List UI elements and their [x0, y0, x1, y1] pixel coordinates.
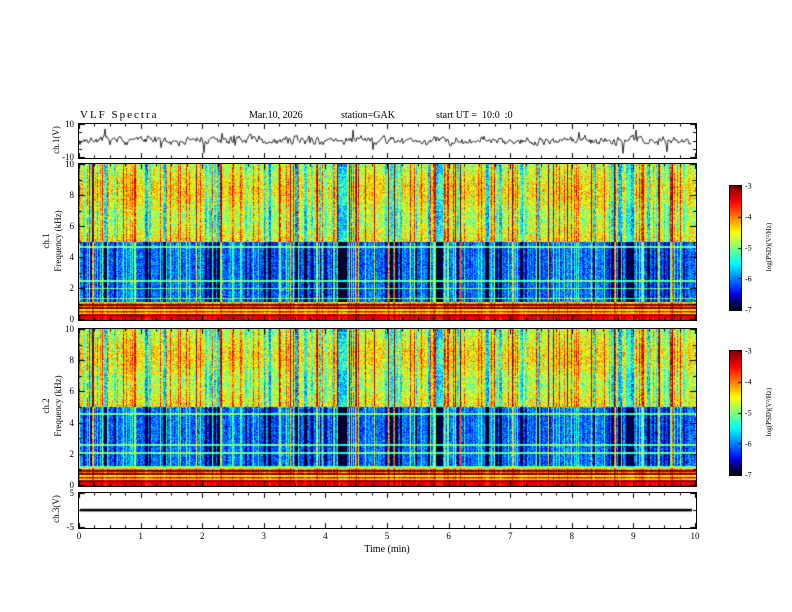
ch3-waveform-panel [78, 492, 697, 529]
station-label: station=GAK [341, 110, 395, 121]
colorbar-ch1 [729, 185, 742, 311]
x-tick-label: 5 [384, 531, 390, 541]
ch1-waveform-panel [78, 123, 697, 159]
y-tick-label: 8 [69, 190, 75, 200]
ch3-voltage-axis-label: ch.3(V) [51, 495, 61, 523]
ch2-frequency-axis-label: Frequency (kHz) [53, 375, 63, 437]
colorbar-tick-label: -6 [745, 274, 752, 284]
y-tick-label: 10 [65, 119, 74, 129]
x-tick-label: 4 [323, 531, 328, 541]
colorbar-tick-label: -4 [745, 377, 752, 387]
figure-title: VLF Spectra [80, 109, 159, 121]
x-tick-label: 7 [507, 531, 513, 541]
y-tick-label: 6 [69, 386, 75, 397]
ch2-spectrogram-panel [78, 328, 697, 487]
ch2-spectrogram-canvas [79, 329, 696, 486]
colorbar-tick-label: -3 [745, 181, 752, 191]
y-tick-label: 2 [69, 448, 75, 459]
colorbar-tick-label: -3 [745, 346, 752, 356]
ch1-channel-label: ch.1 [41, 233, 51, 249]
ch2-channel-label: ch.2 [41, 398, 51, 414]
colorbar-ch2 [729, 350, 742, 476]
colorbar-tick-label: -7 [745, 305, 752, 315]
y-tick-label: 4 [69, 417, 75, 428]
colorbar-ch1-canvas [730, 186, 741, 310]
y-tick-label: 0 [69, 314, 75, 324]
vlf-spectra-figure: VLF Spectra Mar.10, 2026 station=GAK sta… [0, 0, 792, 612]
time-axis-label: Time (min) [364, 544, 410, 555]
ch1-spectrogram-panel [78, 163, 697, 321]
y-tick-label: 8 [69, 355, 75, 366]
y-tick-label: 10 [65, 324, 74, 334]
figure-date: Mar.10, 2026 [249, 110, 303, 121]
y-tick-label: 4 [69, 252, 75, 262]
ch1-spectrogram-canvas [79, 164, 696, 320]
y-tick-label: 2 [69, 283, 75, 293]
ch3-waveform-canvas [79, 493, 696, 528]
ch1-frequency-axis-label: Frequency (kHz) [53, 210, 63, 272]
colorbar-ch2-canvas [730, 351, 741, 475]
y-tick-label: 10 [65, 159, 74, 169]
x-tick-label: 1 [138, 531, 143, 541]
x-tick-label: 6 [446, 531, 451, 541]
colorbar-ch2-label: log(PSD)(V²/Hz) [765, 387, 773, 437]
colorbar-tick-label: -4 [745, 212, 752, 222]
x-tick-label: 10 [690, 531, 700, 541]
y-tick-label: 5 [69, 488, 75, 498]
start-ut-label: start UT = 10:0 :0 [436, 110, 513, 121]
ch1-waveform-canvas [79, 124, 696, 158]
x-tick-label: 8 [569, 531, 575, 541]
colorbar-tick-label: -6 [745, 439, 752, 449]
x-tick-label: 3 [261, 531, 267, 541]
x-tick-label: 2 [199, 531, 205, 541]
colorbar-tick-label: -7 [745, 470, 752, 480]
x-tick-label: 0 [76, 531, 82, 541]
colorbar-tick-label: -5 [745, 408, 752, 418]
x-tick-label: 9 [631, 531, 636, 541]
y-tick-label: -5 [66, 522, 75, 532]
colorbar-ch1-label: log(PSD)(V²/Hz) [765, 222, 773, 272]
colorbar-tick-label: -5 [745, 243, 752, 253]
y-tick-label: 6 [69, 221, 75, 231]
ch1-voltage-axis-label: ch.1(V) [51, 126, 61, 154]
